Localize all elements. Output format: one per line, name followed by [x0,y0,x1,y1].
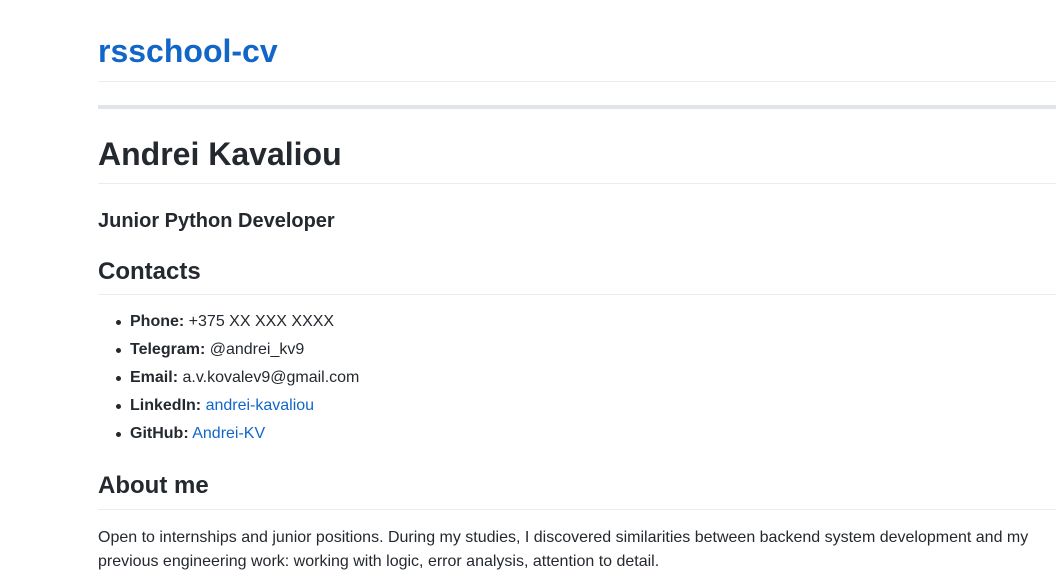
bullet-icon [116,432,121,437]
about-text: Open to internships and junior positions… [98,529,1029,570]
contact-value-phone: +375 XX XXX XXXX [188,313,335,330]
contact-value-telegram: @andrei_kv9 [209,341,305,358]
contact-telegram: Telegram: @andrei_kv9 [98,339,359,367]
contact-label-email: Email: [130,369,179,386]
contact-github: GitHub: Andrei-KV [98,423,359,451]
contact-value-email: a.v.kovalev9@gmail.com [182,369,360,386]
contacts-divider [98,294,1056,295]
contact-linkedin: LinkedIn: andrei-kavaliou [98,395,359,423]
contacts-list: Phone: +375 XX XXX XXXX Telegram: @andre… [98,311,359,451]
site-title-link[interactable]: rsschool-cv [98,33,278,69]
about-divider [98,509,1056,510]
name-divider [98,183,1056,184]
contact-label-phone: Phone: [130,313,185,330]
bullet-icon [116,376,121,381]
contact-label-telegram: Telegram: [130,341,206,358]
main-content: rsschool-cv Andrei Kavaliou Junior Pytho… [98,0,1056,570]
bullet-icon [116,348,121,353]
bullet-icon [116,320,121,325]
profile-role: Junior Python Developer [98,210,335,232]
linkedin-link[interactable]: andrei-kavaliou [206,397,315,414]
contact-label-linkedin: LinkedIn: [130,397,202,414]
profile-name: Andrei Kavaliou [98,136,342,172]
thick-divider [98,105,1056,109]
cv-page: rsschool-cv Andrei Kavaliou Junior Pytho… [0,0,1056,572]
bullet-icon [116,404,121,409]
contact-phone: Phone: +375 XX XXX XXXX [98,311,359,339]
contact-email: Email: a.v.kovalev9@gmail.com [98,367,359,395]
github-link[interactable]: Andrei-KV [192,425,265,442]
contacts-title: Contacts [98,258,201,285]
header-divider [98,81,1056,82]
about-title: About me [98,472,209,499]
contact-label-github: GitHub: [130,425,189,442]
